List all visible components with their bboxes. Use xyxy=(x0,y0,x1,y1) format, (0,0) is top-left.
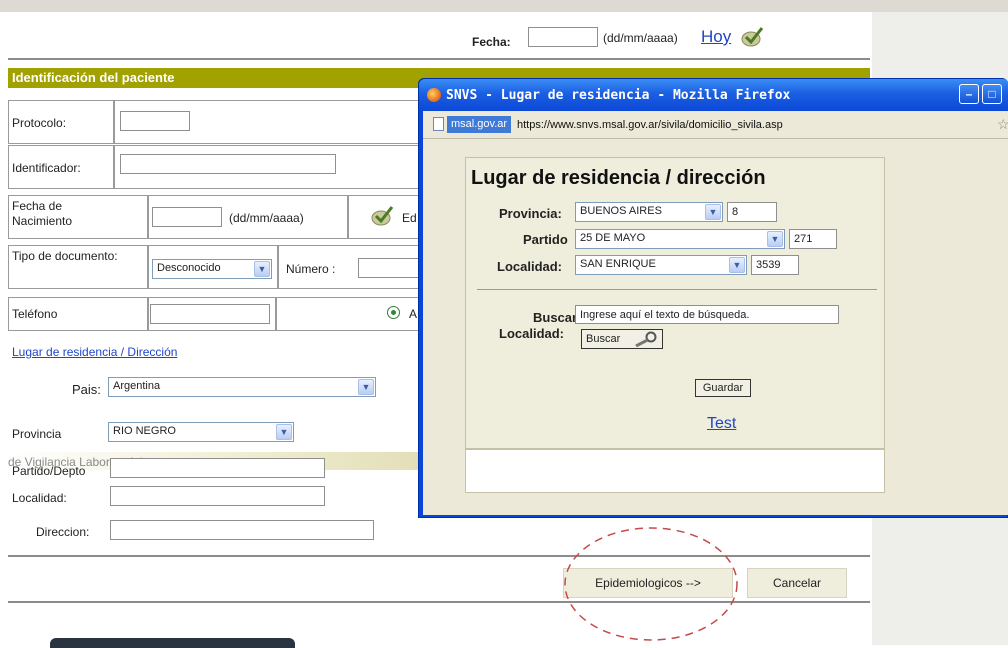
tipo-documento-select[interactable]: Desconocido ▼ xyxy=(152,259,272,279)
popup-localidad-label: Localidad: xyxy=(497,259,563,274)
star-icon[interactable]: ☆ xyxy=(997,116,1008,133)
telefono-label: Teléfono xyxy=(12,307,58,321)
direccion-label: Direccion: xyxy=(36,525,90,539)
popup-partido-code[interactable] xyxy=(789,229,837,249)
pais-select[interactable]: Argentina ▼ xyxy=(108,377,376,397)
calendar-check-icon-2[interactable] xyxy=(370,204,394,226)
chevron-down-icon[interactable]: ▼ xyxy=(705,204,721,220)
calendar-check-icon[interactable] xyxy=(740,25,764,47)
telefono-input[interactable] xyxy=(150,304,270,324)
radio-label-partial: A xyxy=(409,307,418,321)
localidad-input[interactable] xyxy=(110,486,325,506)
provincia-value: RIO NEGRO xyxy=(113,425,176,437)
search-icon xyxy=(635,331,657,347)
protocolo-label: Protocolo: xyxy=(12,116,67,130)
popup-content-frame: Lugar de residencia / dirección Provinci… xyxy=(423,139,1008,515)
numero-input[interactable] xyxy=(358,258,420,278)
popup-buscar-localidad-label: Localidad: xyxy=(499,326,565,341)
page-icon xyxy=(433,117,444,131)
chevron-down-icon[interactable]: ▼ xyxy=(276,424,292,440)
pais-value: Argentina xyxy=(113,380,161,392)
numero-label: Número : xyxy=(286,262,336,276)
maximize-icon[interactable]: □ xyxy=(982,84,1002,104)
radio-button[interactable] xyxy=(387,306,400,319)
top-frame-edge xyxy=(0,0,1008,12)
minimize-icon[interactable]: – xyxy=(959,84,979,104)
protocolo-input[interactable] xyxy=(120,111,190,131)
popup-buscar-input[interactable] xyxy=(575,305,839,324)
popup-localidad-select[interactable]: SAN ENRIQUE ▼ xyxy=(575,255,747,275)
domain-badge[interactable]: msal.gov.ar xyxy=(447,116,512,133)
bottom-scroll-stub xyxy=(50,638,295,648)
residencia-link[interactable]: Lugar de residencia / Dirección xyxy=(12,345,177,359)
identificador-input[interactable] xyxy=(120,154,336,174)
popup-heading: Lugar de residencia / dirección xyxy=(471,167,766,189)
pais-label: Pais: xyxy=(72,382,101,397)
fecha-nacimiento-label: Fecha de Nacimiento xyxy=(12,199,73,228)
cancelar-button[interactable]: Cancelar xyxy=(747,568,847,598)
chevron-down-icon[interactable]: ▼ xyxy=(358,379,374,395)
popup-provincia-label: Provincia: xyxy=(499,206,562,221)
hoy-link[interactable]: Hoy xyxy=(701,27,731,47)
direccion-input[interactable] xyxy=(110,520,374,540)
popup-buscar-button-label: Buscar xyxy=(586,333,621,345)
fecha-nacimiento-input[interactable] xyxy=(152,207,222,227)
tipo-documento-label: Tipo de documento: xyxy=(12,249,118,263)
localidad-label: Localidad: xyxy=(12,491,67,505)
partido-input[interactable] xyxy=(110,458,325,478)
fecha-nacimiento-format: (dd/mm/aaaa) xyxy=(229,211,304,225)
popup-separator xyxy=(477,289,877,290)
popup-title: SNVS - Lugar de residencia - Mozilla Fir… xyxy=(446,88,791,103)
popup-provincia-value: BUENOS AIRES xyxy=(580,205,662,217)
popup-footer-area xyxy=(465,449,885,493)
identificador-label: Identificador: xyxy=(12,161,81,175)
bottom-divider-bottom xyxy=(8,601,870,603)
fecha-format-hint: (dd/mm/aaaa) xyxy=(603,31,678,45)
popup-localidad-code[interactable] xyxy=(751,255,799,275)
top-divider xyxy=(8,58,870,60)
chevron-down-icon[interactable]: ▼ xyxy=(767,231,783,247)
popup-test-link[interactable]: Test xyxy=(707,415,736,433)
provincia-label: Provincia xyxy=(12,427,62,441)
popup-localidad-value: SAN ENRIQUE xyxy=(580,258,656,270)
popup-buscar-label: Buscar xyxy=(533,310,578,325)
popup-partido-value: 25 DE MAYO xyxy=(580,232,646,244)
firefox-icon xyxy=(427,88,441,102)
popup-buscar-button[interactable]: Buscar xyxy=(581,329,663,349)
popup-address-bar: msal.gov.ar https://www.snvs.msal.gov.ar… xyxy=(423,111,1008,139)
fecha-label: Fecha: xyxy=(472,35,511,49)
section-title: Identificación del paciente xyxy=(12,70,175,85)
popup-provincia-code[interactable] xyxy=(727,202,777,222)
popup-panel xyxy=(465,157,885,449)
url-text[interactable]: https://www.snvs.msal.gov.ar/sivila/domi… xyxy=(517,119,783,131)
popup-partido-label: Partido xyxy=(523,232,568,247)
fecha-input[interactable] xyxy=(528,27,598,47)
chevron-down-icon[interactable]: ▼ xyxy=(254,261,270,277)
popup-titlebar[interactable]: SNVS - Lugar de residencia - Mozilla Fir… xyxy=(419,79,1008,111)
tipo-documento-value: Desconocido xyxy=(157,262,221,274)
popup-provincia-select[interactable]: BUENOS AIRES ▼ xyxy=(575,202,723,222)
popup-partido-select[interactable]: 25 DE MAYO ▼ xyxy=(575,229,785,249)
popup-window: SNVS - Lugar de residencia - Mozilla Fir… xyxy=(418,78,1008,518)
provincia-select[interactable]: RIO NEGRO ▼ xyxy=(108,422,294,442)
bottom-divider-top xyxy=(8,555,870,557)
edad-label-partial: Ed xyxy=(402,211,417,225)
popup-guardar-button[interactable]: Guardar xyxy=(695,379,751,397)
annotation-ellipse xyxy=(562,525,740,643)
chevron-down-icon[interactable]: ▼ xyxy=(729,257,745,273)
partido-label: Partido/Depto xyxy=(12,464,86,478)
